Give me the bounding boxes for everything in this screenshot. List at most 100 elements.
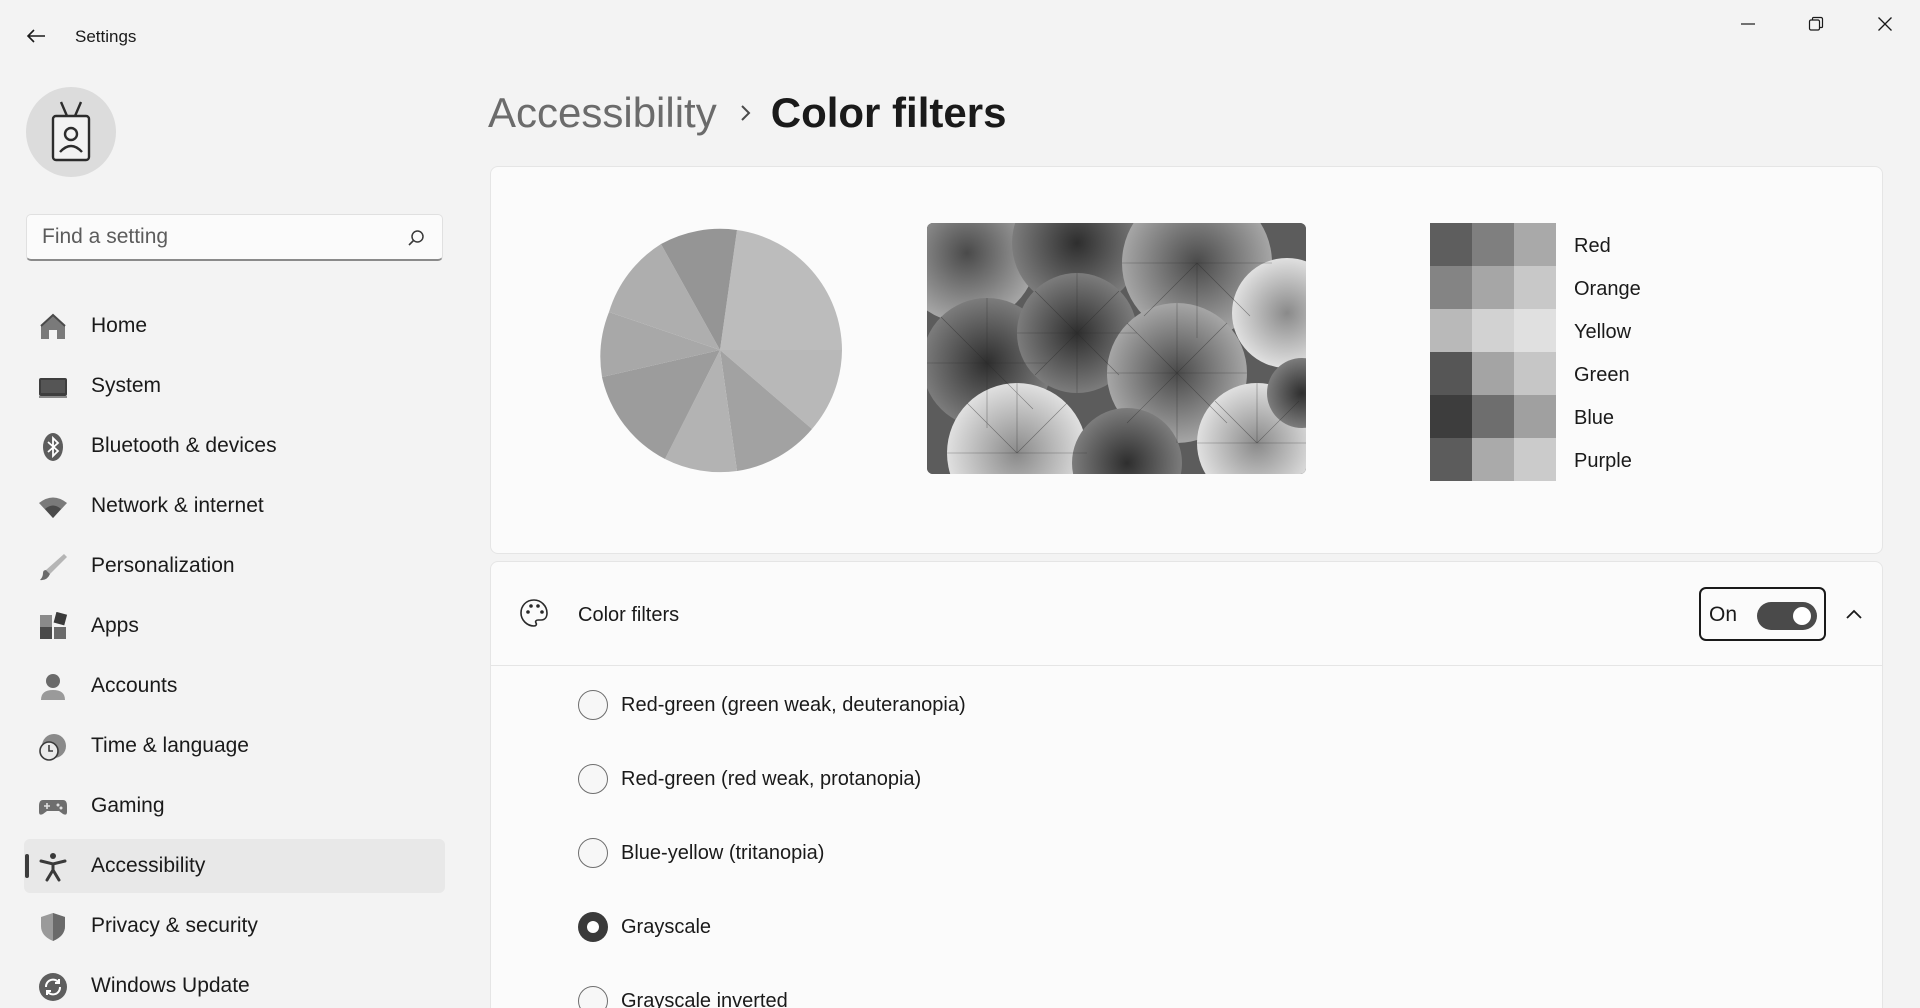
swatch-blue-1: [1430, 395, 1472, 438]
sidebar-item-windows-update[interactable]: Windows Update: [24, 959, 445, 1008]
sidebar-item-label: Personalization: [91, 554, 235, 577]
swatch-yellow-1: [1430, 309, 1472, 352]
search-icon[interactable]: [406, 228, 426, 248]
radio-button[interactable]: [578, 838, 608, 868]
sidebar-item-time-language[interactable]: Time & language: [24, 719, 445, 773]
update-icon: [38, 972, 68, 1002]
swatch-blue-3: [1514, 395, 1556, 438]
gamepad-icon: [38, 792, 68, 822]
color-filters-toggle[interactable]: On: [1699, 587, 1826, 641]
toggle-switch[interactable]: [1757, 602, 1817, 630]
sidebar-item-accounts[interactable]: Accounts: [24, 659, 445, 713]
sidebar-item-label: Windows Update: [91, 974, 250, 997]
restore-button[interactable]: [1788, 8, 1844, 40]
color-filters-header[interactable]: Color filters On: [491, 562, 1882, 666]
palette-icon: [520, 599, 548, 627]
sidebar-item-label: Home: [91, 314, 148, 337]
swatch-label: Red: [1574, 235, 1611, 257]
radio-button[interactable]: [578, 690, 608, 720]
swatch-orange-1: [1430, 266, 1472, 309]
swatch-label: Blue: [1574, 407, 1615, 429]
swatch-purple-2: [1472, 438, 1514, 481]
sidebar-item-personalization[interactable]: Personalization: [24, 539, 445, 593]
search-input[interactable]: [42, 225, 402, 249]
search-box[interactable]: [26, 214, 443, 261]
wifi-icon: [38, 492, 68, 522]
system-icon: [38, 372, 68, 402]
sidebar-item-gaming[interactable]: Gaming: [24, 779, 445, 833]
breadcrumb-parent-link[interactable]: Accessibility: [488, 89, 717, 137]
radio-button[interactable]: [578, 764, 608, 794]
swatch-red-1: [1430, 223, 1472, 266]
close-button[interactable]: [1857, 8, 1913, 40]
sidebar-nav: Home System Bluetooth & devices Network …: [24, 299, 445, 1008]
sidebar-item-label: Gaming: [91, 794, 165, 817]
sidebar-item-label: Accounts: [91, 674, 178, 697]
sidebar-item-system[interactable]: System: [24, 359, 445, 413]
brush-icon: [38, 552, 68, 582]
preview-pie-image: [597, 227, 843, 473]
sidebar-item-label: Accessibility: [91, 854, 206, 877]
back-button[interactable]: [20, 20, 52, 52]
toggle-state-label: On: [1709, 603, 1738, 626]
swatch-green-2: [1472, 352, 1514, 395]
swatch-orange-3: [1514, 266, 1556, 309]
restore-icon: [1808, 16, 1824, 31]
swatch-label: Orange: [1574, 278, 1641, 300]
accessibility-icon: [38, 852, 68, 882]
shield-icon: [38, 912, 68, 942]
accounts-icon: [38, 672, 68, 702]
swatch-label: Green: [1574, 364, 1630, 386]
swatch-yellow-3: [1514, 309, 1556, 352]
filter-option-grayscale-inverted[interactable]: Grayscale inverted: [578, 981, 788, 1008]
minimize-icon: [1741, 23, 1755, 25]
time-language-icon: [38, 732, 68, 762]
color-filters-section: Color filters On Red-green (green weak, …: [490, 561, 1883, 1008]
sidebar-item-network[interactable]: Network & internet: [24, 479, 445, 533]
swatch-red-3: [1514, 223, 1556, 266]
sidebar-item-home[interactable]: Home: [24, 299, 445, 353]
apps-icon: [38, 612, 68, 642]
avatar[interactable]: [26, 87, 116, 177]
radio-label: Grayscale: [621, 915, 712, 938]
page-title: Color filters: [770, 89, 1007, 136]
sidebar-item-label: Apps: [91, 614, 139, 637]
minimize-button[interactable]: [1720, 8, 1776, 40]
sidebar-item-bluetooth[interactable]: Bluetooth & devices: [24, 419, 445, 473]
swatch-orange-2: [1472, 266, 1514, 309]
radio-label: Grayscale inverted: [621, 989, 788, 1008]
title-bar: Settings: [0, 0, 1920, 72]
swatch-green-3: [1514, 352, 1556, 395]
close-icon: [1878, 17, 1892, 31]
filter-option-grayscale[interactable]: Grayscale: [578, 907, 711, 947]
home-icon: [38, 312, 68, 342]
chevron-right-icon: [739, 103, 753, 123]
filter-option-tritanopia[interactable]: Blue-yellow (tritanopia): [578, 833, 824, 873]
sidebar-item-label: Network & internet: [91, 494, 264, 517]
radio-label: Red-green (red weak, protanopia): [621, 767, 922, 790]
chevron-up-icon[interactable]: [1840, 600, 1868, 628]
swatch-red-2: [1472, 223, 1514, 266]
sidebar-item-privacy-security[interactable]: Privacy & security: [24, 899, 445, 953]
back-arrow-icon: [26, 29, 45, 43]
radio-button-checked[interactable]: [578, 912, 608, 942]
filter-option-protanopia[interactable]: Red-green (red weak, protanopia): [578, 759, 921, 799]
swatch-yellow-2: [1472, 309, 1514, 352]
sidebar-item-apps[interactable]: Apps: [24, 599, 445, 653]
swatch-label: Purple: [1574, 450, 1632, 472]
sidebar-item-label: Time & language: [91, 734, 249, 757]
toggle-knob: [1793, 607, 1811, 625]
color-swatch-grid: [1430, 223, 1556, 481]
sidebar-item-accessibility[interactable]: Accessibility: [24, 839, 445, 893]
color-filter-preview: Red Orange Yellow Green Blue Purple: [490, 166, 1883, 554]
app-title: Settings: [75, 27, 137, 46]
sidebar-item-label: Bluetooth & devices: [91, 434, 277, 457]
bluetooth-icon: [38, 432, 68, 462]
color-filters-title: Color filters: [578, 604, 680, 626]
radio-button[interactable]: [578, 986, 608, 1008]
radio-label: Red-green (green weak, deuteranopia): [621, 693, 966, 716]
breadcrumb: Accessibility Color filters: [488, 84, 1006, 142]
sidebar-item-label: Privacy & security: [91, 914, 258, 937]
filter-option-deuteranopia[interactable]: Red-green (green weak, deuteranopia): [578, 685, 966, 725]
swatch-labels: Red Orange Yellow Green Blue Purple: [1574, 223, 1641, 481]
